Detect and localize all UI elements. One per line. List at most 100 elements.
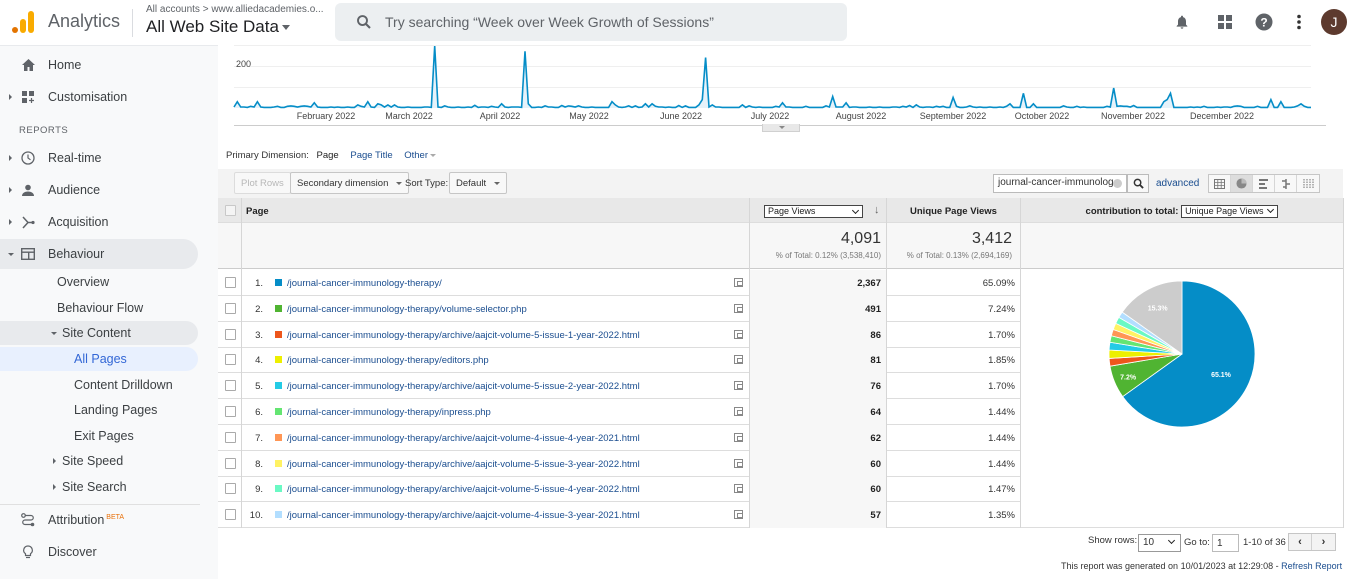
row-checkbox[interactable]: [225, 457, 236, 469]
sidebar-item-site-search[interactable]: Site Search: [0, 475, 198, 499]
property-name: All Web Site Data: [146, 17, 279, 36]
sidebar-item-acquisition[interactable]: Acquisition: [0, 207, 198, 237]
sidebar-item-audience[interactable]: Audience: [0, 175, 198, 205]
account-breadcrumb[interactable]: All accounts > www.alliedacademies.o...: [146, 4, 324, 15]
page-link[interactable]: /journal-cancer-immunology-therapy/archi…: [287, 433, 640, 444]
pie-view-icon[interactable]: [1231, 175, 1253, 192]
sidebar-item-all-pages[interactable]: All Pages: [0, 347, 198, 371]
plot-rows-button[interactable]: Plot Rows: [234, 172, 291, 194]
totals-row: 4,091 % of Total: 0.12% (3,538,410) 3,41…: [218, 223, 1343, 269]
sidebar-item-site-content[interactable]: Site Content: [0, 321, 198, 345]
page-link[interactable]: /journal-cancer-immunology-therapy/archi…: [287, 381, 640, 392]
dimension-other-link[interactable]: Other: [404, 150, 437, 161]
sidebar-item-behaviour[interactable]: Behaviour: [0, 239, 198, 269]
open-external-icon[interactable]: [734, 381, 743, 391]
open-external-icon[interactable]: [734, 303, 743, 313]
row-number: 9.: [255, 484, 263, 496]
color-swatch: [275, 279, 282, 286]
row-checkbox[interactable]: [225, 509, 236, 521]
sort-type-dropdown[interactable]: Default: [449, 172, 508, 194]
page-link[interactable]: /journal-cancer-immunology-therapy/inpre…: [287, 407, 491, 418]
table-filter-input[interactable]: journal-cancer-immunolog: [993, 174, 1127, 193]
row-checkbox[interactable]: [225, 406, 236, 417]
page-link[interactable]: /journal-cancer-immunology-therapy/archi…: [287, 330, 640, 341]
sidebar-item-landing-pages[interactable]: Landing Pages: [0, 398, 198, 422]
chevron-down-icon: [1167, 536, 1176, 545]
refresh-report-link[interactable]: Refresh Report: [1281, 561, 1342, 571]
sort-desc-icon[interactable]: ↓: [874, 204, 880, 216]
page-link[interactable]: /journal-cancer-immunology-therapy/: [287, 278, 442, 289]
row-checkbox[interactable]: [225, 277, 236, 288]
comparison-view-icon[interactable]: [1275, 175, 1297, 192]
open-external-icon[interactable]: [734, 355, 743, 365]
row-checkbox[interactable]: [225, 483, 236, 495]
pagination-range: 1-10 of 36: [1243, 537, 1286, 548]
bell-icon[interactable]: [1171, 11, 1193, 33]
search-box[interactable]: Try searching “Week over Week Growth of …: [335, 3, 847, 41]
dimension-page-title-link[interactable]: Page Title: [350, 150, 392, 161]
sidebar-item-attribution[interactable]: Attribution BETA: [0, 505, 198, 535]
sidebar-item-label: Customisation: [48, 90, 128, 104]
page-link[interactable]: /journal-cancer-immunology-therapy/archi…: [287, 510, 640, 521]
filter-search-button[interactable]: [1127, 174, 1149, 193]
page-views-value: 57: [750, 502, 887, 529]
avatar[interactable]: J: [1321, 9, 1347, 35]
table-view-icon[interactable]: [1209, 175, 1231, 192]
open-external-icon[interactable]: [734, 484, 743, 494]
open-external-icon[interactable]: [734, 407, 743, 416]
property-selector[interactable]: All Web Site Data: [146, 17, 290, 37]
chevron-down-icon: [851, 206, 860, 215]
table-row: 4. /journal-cancer-immunology-therapy/edi…: [218, 347, 1021, 374]
clear-filter-icon[interactable]: [1113, 179, 1122, 188]
analytics-logo-icon[interactable]: [10, 9, 36, 35]
pivot-view-icon[interactable]: [1297, 175, 1319, 192]
page-link[interactable]: /journal-cancer-immunology-therapy/archi…: [287, 484, 640, 495]
row-checkbox[interactable]: [225, 354, 236, 366]
more-vert-icon[interactable]: [1288, 11, 1310, 33]
page-link[interactable]: /journal-cancer-immunology-therapy/archi…: [287, 459, 640, 470]
contribution-pie-chart: 65.1% 7.2% 15.3%: [1021, 269, 1343, 528]
open-external-icon[interactable]: [734, 510, 743, 520]
sidebar-item-overview[interactable]: Overview: [0, 270, 198, 294]
help-icon[interactable]: ?: [1253, 11, 1275, 33]
page-views-value: 62: [750, 424, 887, 451]
sidebar-item-customisation[interactable]: Customisation: [0, 82, 198, 112]
table-row: 2. /journal-cancer-immunology-therapy/vol…: [218, 295, 1021, 322]
select-all-checkbox[interactable]: [225, 205, 236, 216]
open-external-icon[interactable]: [734, 278, 743, 287]
row-checkbox[interactable]: [225, 380, 236, 392]
open-external-icon[interactable]: [734, 432, 743, 442]
previous-page-button[interactable]: ‹: [1289, 534, 1312, 550]
sidebar-item-behaviour-flow[interactable]: Behaviour Flow: [0, 296, 198, 320]
chart-collapse-handle[interactable]: [762, 124, 800, 132]
color-swatch: [275, 382, 282, 390]
secondary-dimension-dropdown[interactable]: Secondary dimension: [290, 172, 410, 194]
advanced-filter-link[interactable]: advanced: [1156, 178, 1199, 189]
page-link[interactable]: /journal-cancer-immunology-therapy/volum…: [287, 304, 527, 315]
next-page-button[interactable]: ›: [1312, 534, 1335, 550]
sidebar-item-realtime[interactable]: Real-time: [0, 143, 198, 173]
open-external-icon[interactable]: [734, 329, 743, 339]
metric-select[interactable]: Page Views: [764, 205, 863, 218]
sidebar-item-home[interactable]: Home: [0, 50, 198, 80]
contribution-select[interactable]: Unique Page Views: [1181, 205, 1279, 218]
column-header-unique-page-views[interactable]: Unique Page Views: [887, 206, 1020, 217]
page-link[interactable]: /journal-cancer-immunology-therapy/edito…: [287, 355, 489, 366]
sidebar-item-exit-pages[interactable]: Exit Pages: [0, 424, 198, 448]
apps-grid-icon[interactable]: [1214, 11, 1236, 33]
goto-page-input[interactable]: 1: [1212, 534, 1239, 552]
sidebar-item-site-speed[interactable]: Site Speed: [0, 449, 198, 473]
sidebar-item-label: Site Search: [62, 480, 127, 494]
row-number: 5.: [255, 381, 263, 393]
sidebar-item-content-drilldown[interactable]: Content Drilldown: [0, 373, 198, 397]
show-rows-select[interactable]: 10: [1138, 534, 1181, 552]
performance-view-icon[interactable]: [1253, 175, 1275, 192]
row-checkbox[interactable]: [225, 302, 236, 314]
row-checkbox[interactable]: [225, 328, 236, 340]
row-checkbox[interactable]: [225, 431, 236, 443]
sidebar-item-label: All Pages: [74, 352, 127, 366]
color-swatch: [275, 433, 282, 441]
column-header-page[interactable]: Page: [246, 206, 269, 217]
sidebar-item-discover[interactable]: Discover: [0, 537, 198, 567]
open-external-icon[interactable]: [734, 458, 743, 468]
